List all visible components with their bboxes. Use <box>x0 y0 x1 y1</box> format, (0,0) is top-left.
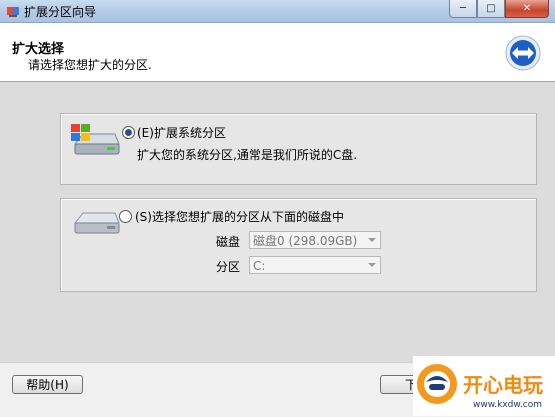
chevron-down-icon <box>368 263 376 267</box>
maximize-button[interactable]: □ <box>477 0 505 18</box>
option-select-partition-radio[interactable] <box>119 210 132 223</box>
partition-select-value: C: <box>253 259 266 273</box>
page-subtitle: 请选择您想扩大的分区. <box>28 58 152 72</box>
system-drive-icon <box>71 124 120 155</box>
disk-select[interactable]: 磁盘0 (298.09GB) <box>249 231 381 249</box>
watermark-title: 开心电玩 <box>463 373 543 397</box>
disk-label: 磁盘 <box>216 235 241 249</box>
title-bar: 扩展分区向导 ─ □ ✕ <box>0 0 555 23</box>
option-system-partition-description: 扩大您的系统分区,通常是我们所说的C盘. <box>137 148 358 162</box>
option-select-partition-label[interactable]: (S)选择您想扩展的分区从下面的磁盘中 <box>135 208 344 225</box>
close-button[interactable]: ✕ <box>505 0 549 18</box>
wizard-body: (E)扩展系统分区 扩大您的系统分区,通常是我们所说的C盘. (S)选择您想扩展… <box>0 82 555 362</box>
partition-label: 分区 <box>216 260 241 274</box>
wizard-header: 扩大选择 请选择您想扩大的分区. <box>0 23 555 82</box>
option-select-partition-panel: (S)选择您想扩展的分区从下面的磁盘中 磁盘 磁盘0 (298.09GB) 分区… <box>60 198 537 292</box>
partition-select[interactable]: C: <box>249 256 381 274</box>
window-controls: ─ □ ✕ <box>449 0 549 18</box>
expand-arrows-icon <box>505 35 541 71</box>
page-title: 扩大选择 <box>12 42 65 57</box>
disk-drive-icon <box>73 212 120 234</box>
minimize-button[interactable]: ─ <box>449 0 477 18</box>
partition-app-icon <box>7 7 19 17</box>
chevron-down-icon <box>368 238 376 242</box>
option-system-partition-panel: (E)扩展系统分区 扩大您的系统分区,通常是我们所说的C盘. <box>60 113 537 185</box>
window-title: 扩展分区向导 <box>24 5 97 19</box>
help-button[interactable]: 帮助(H) <box>12 375 83 394</box>
option-system-partition-radio[interactable] <box>122 126 135 139</box>
option-system-partition-label[interactable]: (E)扩展系统分区 <box>137 124 226 141</box>
disk-select-value: 磁盘0 (298.09GB) <box>253 234 358 248</box>
kxdw-watermark-logo: 开心电玩 www.kxdw.com <box>413 356 555 416</box>
watermark-url: www.kxdw.com <box>473 400 542 410</box>
